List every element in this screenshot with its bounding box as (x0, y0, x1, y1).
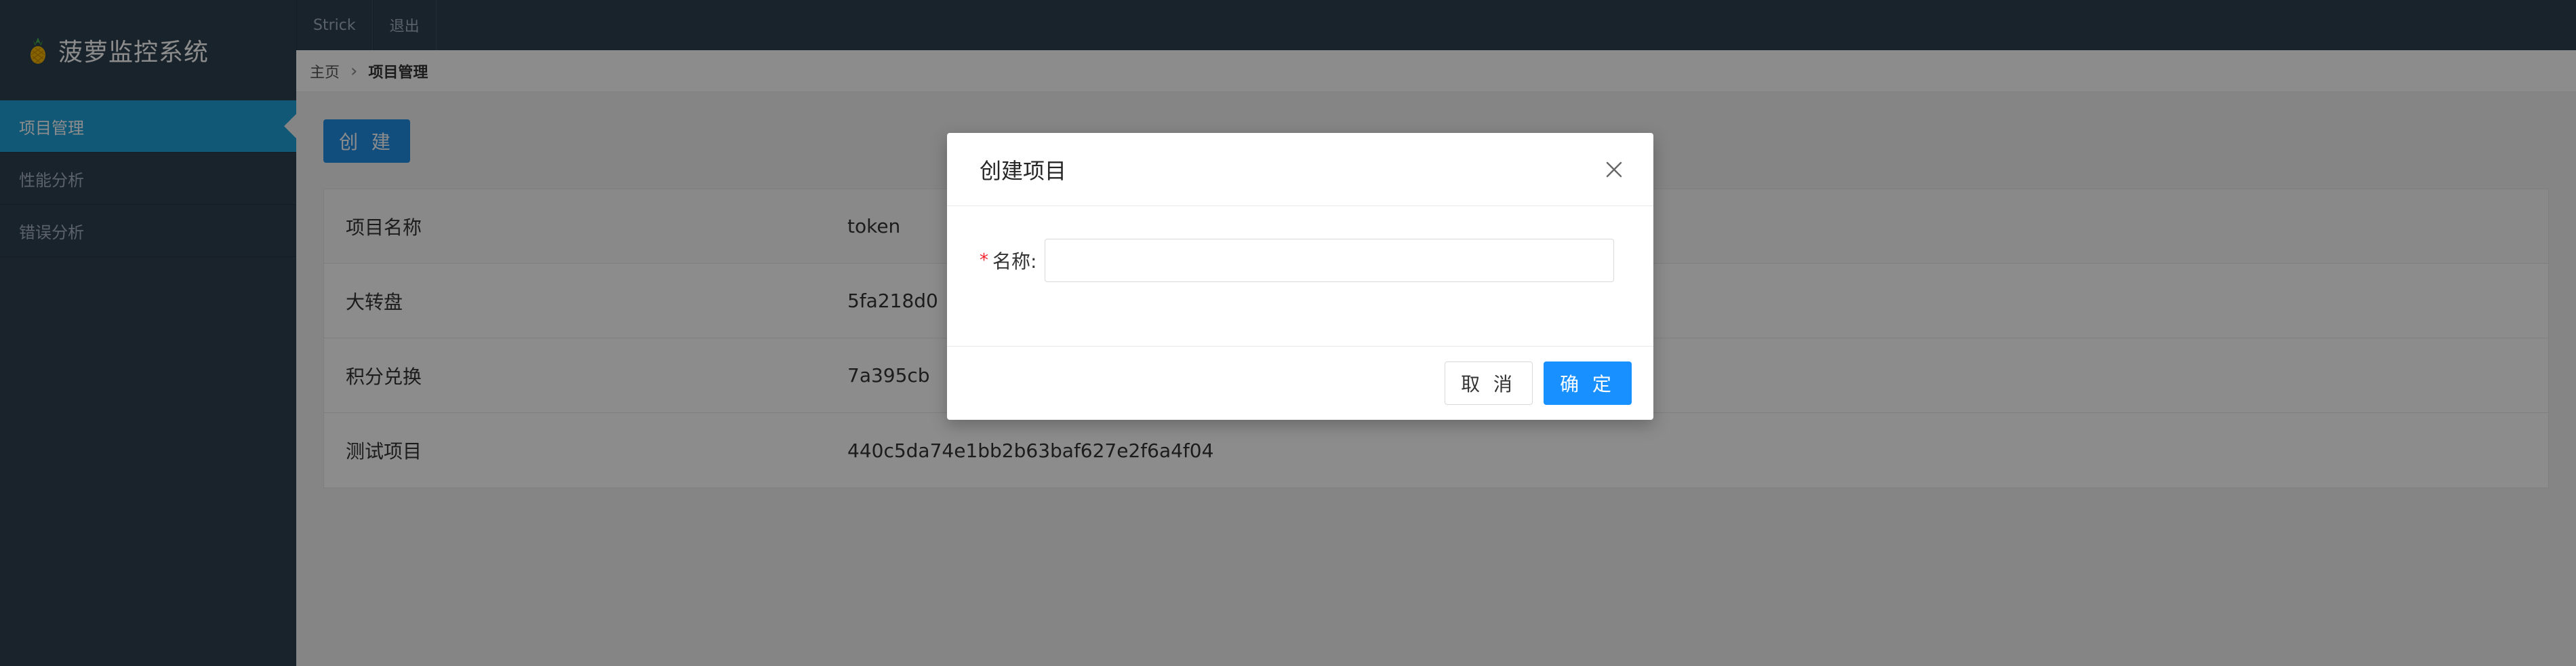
name-label-text: 名称: (992, 250, 1037, 273)
dialog-header: 创建项目 (947, 133, 1653, 206)
name-input[interactable] (1045, 239, 1615, 282)
dialog-title: 创建项目 (980, 157, 1067, 184)
confirm-button[interactable]: 确 定 (1544, 361, 1632, 405)
dialog-body: * 名称: (947, 206, 1653, 346)
cancel-button[interactable]: 取 消 (1445, 361, 1533, 405)
dialog-footer: 取 消 确 定 (947, 346, 1653, 419)
create-project-dialog: 创建项目 * 名称: 取 消 确 定 (947, 133, 1653, 420)
name-field-label: * 名称: (980, 239, 1037, 282)
close-icon[interactable] (1602, 157, 1626, 182)
required-asterisk: * (980, 250, 988, 271)
